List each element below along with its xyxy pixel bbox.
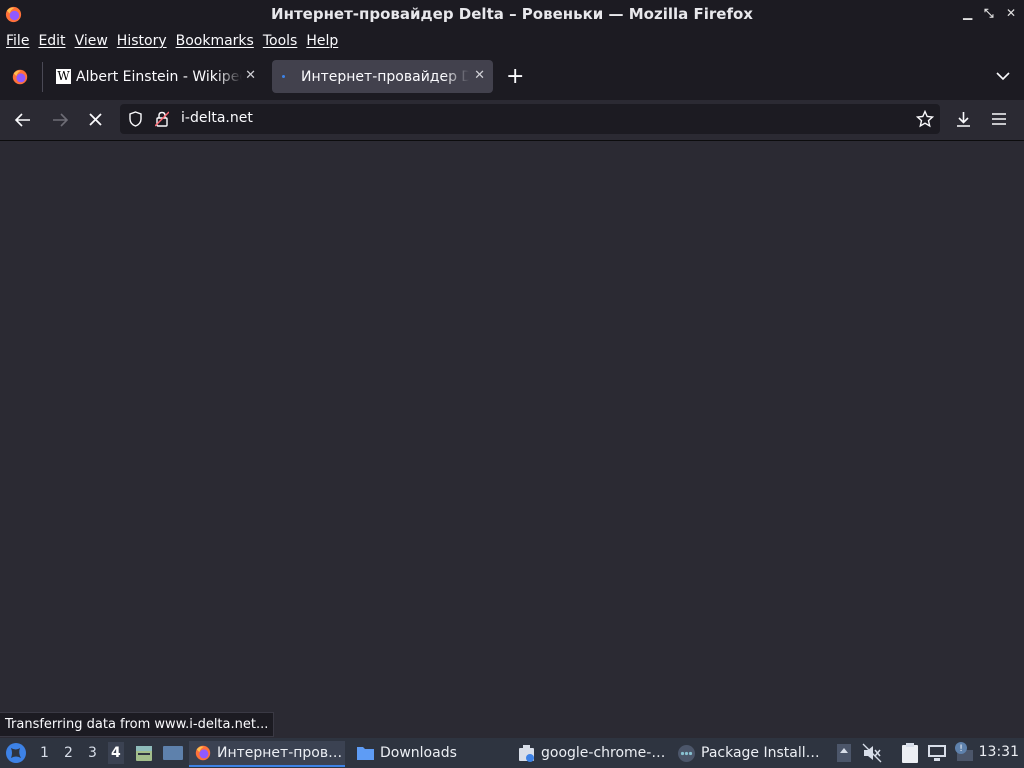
window-titlebar: Интернет-провайдер Delta – Ровеньки — Mo… [0,0,1024,28]
menu-edit[interactable]: Edit [38,33,65,49]
task-label: Downloads [380,745,457,761]
tab-strip: W Albert Einstein - Wikipedia ✕ Интернет… [0,54,1024,100]
new-tab-button[interactable]: + [506,64,524,89]
status-panel: Transferring data from www.i-delta.net..… [0,712,275,737]
clipboard-icon[interactable] [900,742,920,764]
downloads-icon[interactable] [955,110,972,128]
update-notification-icon[interactable]: ! [953,741,975,763]
minimize-icon[interactable]: ▁ [963,6,972,20]
url-text[interactable]: i-delta.net [181,110,253,126]
muted-volume-icon[interactable] [862,743,882,763]
firefox-view-icon[interactable] [11,68,29,86]
taskbar: 1 2 3 4 Интернет-пров… Downloads google-… [0,738,1024,768]
tab-title: Albert Einstein - Wikipedia [76,68,242,85]
close-icon[interactable]: ✕ [1006,6,1016,20]
forward-button[interactable] [51,111,69,129]
menu-tools[interactable]: Tools [263,33,298,49]
page-content[interactable] [0,141,1024,738]
stop-button[interactable] [88,112,103,127]
installer-icon [678,744,695,762]
firefox-icon [5,6,22,23]
tab-separator [42,62,43,92]
window-title: Интернет-провайдер Delta – Ровеньки — Mo… [271,5,753,23]
close-tab-icon[interactable]: ✕ [245,68,256,83]
list-all-tabs-icon[interactable] [996,71,1010,81]
task-google-chrome[interactable]: google-chrome-… [514,741,666,765]
clock[interactable]: 13:31 [979,744,1019,760]
workspace-4[interactable]: 4 [108,742,124,764]
task-label: Интернет-пров… [217,745,343,761]
menu-view[interactable]: View [75,33,108,49]
menu-bar: File Edit View History Bookmarks Tools H… [0,28,1024,54]
scroll-indicator-icon[interactable] [836,743,852,763]
bookmark-star-icon[interactable] [916,110,934,128]
task-downloads[interactable]: Downloads [352,741,502,765]
package-icon [519,744,534,762]
workspace-3[interactable]: 3 [88,745,97,761]
maximize-icon[interactable]: ⤡ [984,6,994,21]
firefox-icon [195,745,211,761]
wikipedia-icon: W [56,69,71,84]
task-firefox[interactable]: Интернет-пров… [189,741,345,767]
tab-active-delta[interactable]: Интернет-провайдер Delta – Ровеньки ✕ [272,60,493,93]
network-icon[interactable] [927,743,947,763]
app-menu-icon[interactable] [991,112,1007,126]
file-manager-icon[interactable] [134,743,154,763]
workspace-1[interactable]: 1 [40,745,49,761]
show-desktop-icon[interactable] [162,743,184,763]
nav-bar: i-delta.net [0,100,1024,141]
url-bar[interactable]: i-delta.net [120,104,940,134]
task-package-installer[interactable]: Package Install… [674,741,826,765]
menu-bookmarks[interactable]: Bookmarks [176,33,254,49]
menu-help[interactable]: Help [306,33,338,49]
svg-text:!: ! [959,744,963,754]
menu-history[interactable]: History [117,33,167,49]
tracking-shield-icon[interactable] [128,111,143,127]
tab-title: Интернет-провайдер Delta – Ровеньки [301,68,469,85]
start-menu-icon[interactable] [5,742,27,764]
tab-wikipedia[interactable]: W Albert Einstein - Wikipedia ✕ [50,60,264,93]
loading-dot-icon [282,75,285,78]
task-label: google-chrome-… [541,745,666,761]
task-label: Package Install… [701,745,820,761]
back-button[interactable] [14,111,32,129]
insecure-lock-icon[interactable] [155,111,169,127]
close-tab-icon[interactable]: ✕ [474,68,485,83]
menu-file[interactable]: File [6,33,29,49]
folder-icon [357,747,374,760]
workspace-2[interactable]: 2 [64,745,73,761]
